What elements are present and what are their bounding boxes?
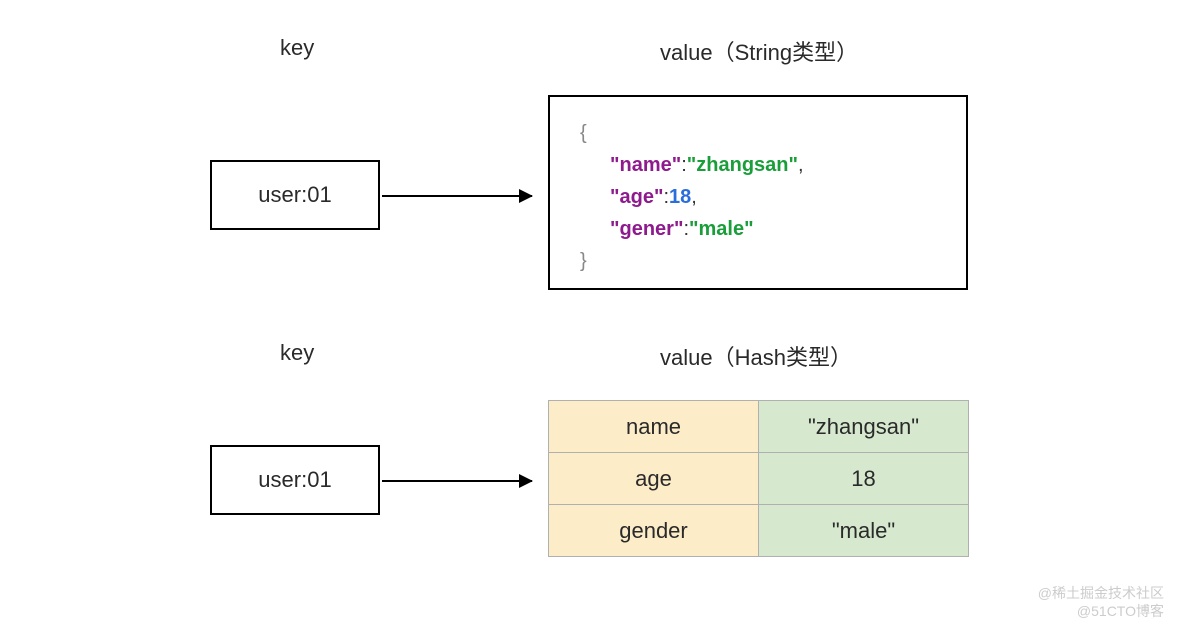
- hash-value: 18: [759, 453, 969, 505]
- hash-field: name: [549, 401, 759, 453]
- value-header-1: value（String类型）: [660, 35, 858, 67]
- hash-value: "male": [759, 505, 969, 557]
- json-key-age: "age": [610, 186, 663, 208]
- value-header-2: value（Hash类型）: [660, 340, 852, 372]
- key-text-2: user:01: [258, 467, 331, 493]
- json-line-1: "name":"zhangsan",: [580, 149, 936, 181]
- hash-table: name "zhangsan" age 18 gender "male": [548, 400, 969, 557]
- json-line-2: "age":18,: [580, 181, 936, 213]
- string-type-section: key value（String类型） user:01 { "name":"zh…: [0, 20, 1184, 310]
- hash-row: gender "male": [549, 505, 969, 557]
- json-val-age: 18: [669, 186, 691, 208]
- json-key-gener: "gener": [610, 218, 683, 240]
- watermark-2: @51CTO博客: [1077, 601, 1164, 621]
- hash-row: name "zhangsan": [549, 401, 969, 453]
- arrow-1: [382, 195, 532, 197]
- arrow-2: [382, 480, 532, 482]
- key-box-1: user:01: [210, 160, 380, 230]
- hash-row: age 18: [549, 453, 969, 505]
- key-header-1: key: [280, 35, 314, 61]
- key-box-2: user:01: [210, 445, 380, 515]
- watermark-1: @稀土掘金技术社区: [1038, 583, 1164, 603]
- json-line-3: "gener":"male": [580, 213, 936, 245]
- hash-field: gender: [549, 505, 759, 557]
- key-text-1: user:01: [258, 182, 331, 208]
- hash-value: "zhangsan": [759, 401, 969, 453]
- json-value-box: { "name":"zhangsan", "age":18, "gener":"…: [548, 95, 968, 290]
- json-close-brace: }: [580, 245, 936, 277]
- hash-field: age: [549, 453, 759, 505]
- json-open-brace: {: [580, 117, 936, 149]
- key-header-2: key: [280, 340, 314, 366]
- json-val-name: "zhangsan": [687, 154, 798, 176]
- hash-type-section: key value（Hash类型） user:01 name "zhangsan…: [0, 330, 1184, 610]
- json-key-name: "name": [610, 154, 681, 176]
- json-val-gener: "male": [689, 218, 754, 240]
